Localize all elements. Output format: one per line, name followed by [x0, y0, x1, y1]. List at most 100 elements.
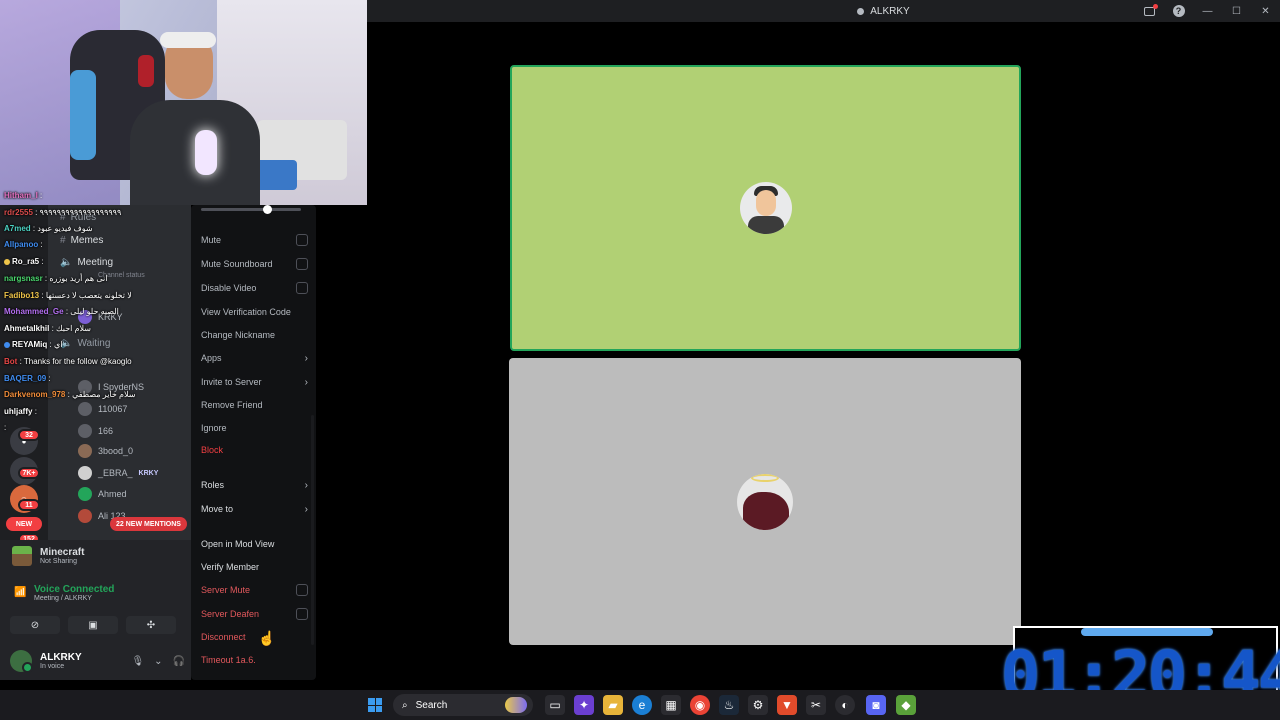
menu-timeout[interactable]: Timeout 1a.6.: [201, 650, 308, 670]
menu-disconnect[interactable]: Disconnect: [201, 627, 308, 647]
menu-apps[interactable]: Apps ›: [201, 348, 308, 368]
settings-icon[interactable]: ⚙: [748, 695, 768, 715]
minecraft-taskbar-icon[interactable]: ◆: [896, 695, 916, 715]
minecraft-icon: [12, 546, 32, 566]
video-tile[interactable]: [509, 358, 1021, 645]
headphones-icon[interactable]: 🎧: [173, 656, 185, 667]
search-label: Search: [415, 699, 448, 711]
stream-chat-overlay: Hitham_I : rdr2555 : ٩٩٩٩٩٩٩٩٩٩٩٩٩٩٩٩٩٩٩…: [0, 185, 191, 432]
menu-server-mute[interactable]: Server Mute: [201, 580, 308, 600]
checkbox[interactable]: [296, 584, 308, 596]
chevron-right-icon: ›: [304, 503, 308, 515]
menu-scrollbar[interactable]: [311, 415, 314, 645]
activity-status[interactable]: Minecraft Not Sharing: [12, 546, 84, 566]
menu-view-verification[interactable]: View Verification Code: [201, 302, 308, 322]
voice-user[interactable]: _EBRA_ KRKY: [78, 464, 158, 482]
search-highlight-icon: [505, 697, 527, 713]
menu-server-deafen[interactable]: Server Deafen: [201, 604, 308, 624]
windows-start-icon[interactable]: [368, 698, 382, 712]
taskbar-search[interactable]: ⌕ Search: [393, 694, 533, 716]
chat-message: Ahmetalkhil : سلام احبك: [4, 324, 92, 333]
signal-icon: 📶: [14, 587, 27, 598]
brave-icon[interactable]: ▼: [777, 695, 797, 715]
chat-message: :: [4, 423, 7, 432]
checkbox[interactable]: [296, 608, 308, 620]
file-explorer-icon[interactable]: ▰: [603, 695, 623, 715]
checkbox[interactable]: [296, 234, 308, 246]
menu-mute-soundboard[interactable]: Mute Soundboard: [201, 254, 308, 274]
slider-handle[interactable]: [263, 205, 272, 214]
menu-ignore[interactable]: Ignore: [201, 418, 308, 438]
voice-user[interactable]: Ahmed: [78, 485, 127, 503]
activity-title: Minecraft: [40, 547, 85, 558]
copilot-icon[interactable]: ✦: [574, 695, 594, 715]
inbox-icon[interactable]: [1135, 0, 1164, 22]
help-icon[interactable]: ?: [1164, 0, 1193, 22]
voice-status: Voice Connected: [34, 584, 115, 595]
chrome-icon[interactable]: ◉: [690, 695, 710, 715]
checkbox[interactable]: [296, 258, 308, 270]
screen-share-icon[interactable]: ▣: [68, 616, 118, 634]
menu-change-nickname[interactable]: Change Nickname: [201, 325, 308, 345]
username: ALKRKY: [40, 652, 82, 663]
camera-off-icon[interactable]: ⊘: [10, 616, 60, 634]
capcut-icon[interactable]: ✂: [806, 695, 826, 715]
checkbox[interactable]: [296, 282, 308, 294]
voice-controls: ⊘ ▣ ✣: [10, 616, 176, 634]
chevron-right-icon: ›: [304, 376, 308, 388]
activities-icon[interactable]: ✣: [126, 616, 176, 634]
chevron-right-icon: ›: [304, 479, 308, 491]
user-controls: 🎙 ⌄ 🎧: [131, 656, 185, 667]
volume-slider[interactable]: [201, 205, 301, 214]
store-icon[interactable]: ▦: [661, 695, 681, 715]
menu-mute[interactable]: Mute: [201, 230, 308, 250]
video-tile-speaking[interactable]: [510, 65, 1021, 351]
steam-icon[interactable]: ♨: [719, 695, 739, 715]
voice-connection[interactable]: 📶 Voice Connected Meeting / ALKRKY: [14, 584, 114, 602]
participant-avatar: [737, 473, 793, 530]
current-user[interactable]: ALKRKY In voice: [10, 650, 82, 673]
window-title: ALKRKY: [857, 5, 910, 17]
menu-disable-video[interactable]: Disable Video: [201, 278, 308, 298]
user-panel: Minecraft Not Sharing 📶 Voice Connected …: [0, 540, 191, 680]
task-view-icon[interactable]: ▭: [545, 695, 565, 715]
menu-verify-member[interactable]: Verify Member: [201, 557, 308, 577]
chat-message: Ro_ra5 :: [4, 257, 44, 266]
chevron-right-icon: ›: [304, 352, 308, 364]
chat-message: REYAMiq : اي: [4, 340, 62, 349]
user-tag: KRKY: [138, 469, 159, 477]
server-badge: 32: [18, 429, 40, 441]
discord-icon[interactable]: ◙: [866, 695, 886, 715]
window-controls: ? — ☐ ✕: [1135, 0, 1280, 22]
taskbar: ⌕ Search ▭ ✦ ▰ e ▦ ◉ ♨ ⚙ ▼ ✂ ◐ ◙ ◆: [0, 690, 1280, 720]
chat-message: rdr2555 : ٩٩٩٩٩٩٩٩٩٩٩٩٩٩٩٩٩٩٩: [4, 208, 122, 217]
title-bar: ALKRKY ? — ☐ ✕: [367, 0, 1280, 22]
chat-message: Mohammed_Ge : الصبه حلو ليلى: [4, 307, 119, 316]
close-button[interactable]: ✕: [1251, 0, 1280, 22]
new-mentions-pill[interactable]: 22 NEW MENTIONS: [110, 517, 187, 531]
mic-icon[interactable]: 🎙: [131, 656, 144, 667]
menu-roles[interactable]: Roles ›: [201, 475, 308, 495]
menu-move-to[interactable]: Move to ›: [201, 499, 308, 519]
window-title-text: ALKRKY: [870, 5, 910, 17]
menu-invite[interactable]: Invite to Server ›: [201, 372, 308, 392]
halo-icon: [751, 473, 779, 482]
new-servers-pill[interactable]: NEW: [6, 517, 42, 531]
chat-message: A7med : شوف فيديو عبود: [4, 224, 93, 233]
menu-mod-view[interactable]: Open in Mod View: [201, 534, 308, 554]
chat-message: Fadibo13 : لا تخلونه يتعصب لا دعستها: [4, 291, 132, 300]
voice-user[interactable]: 3bood_0: [78, 442, 133, 460]
menu-remove-friend[interactable]: Remove Friend: [201, 395, 308, 415]
minimize-button[interactable]: —: [1193, 0, 1222, 22]
chat-message: BAQER_09 :: [4, 374, 51, 383]
menu-block[interactable]: Block: [201, 440, 308, 460]
server-badge: 11: [18, 499, 40, 511]
edge-icon[interactable]: e: [632, 695, 652, 715]
webcam-overlay: [0, 0, 367, 205]
chevron-down-icon[interactable]: ⌄: [154, 656, 162, 667]
obs-icon[interactable]: ◐: [835, 695, 855, 715]
screen: ALKRKY ? — ☐ ✕ ● 32 ▬ 7K+ ☺ 11 N: [0, 0, 1280, 720]
user-status: In voice: [40, 663, 65, 670]
maximize-button[interactable]: ☐: [1222, 0, 1251, 22]
server-badge: 7K+: [18, 467, 40, 479]
